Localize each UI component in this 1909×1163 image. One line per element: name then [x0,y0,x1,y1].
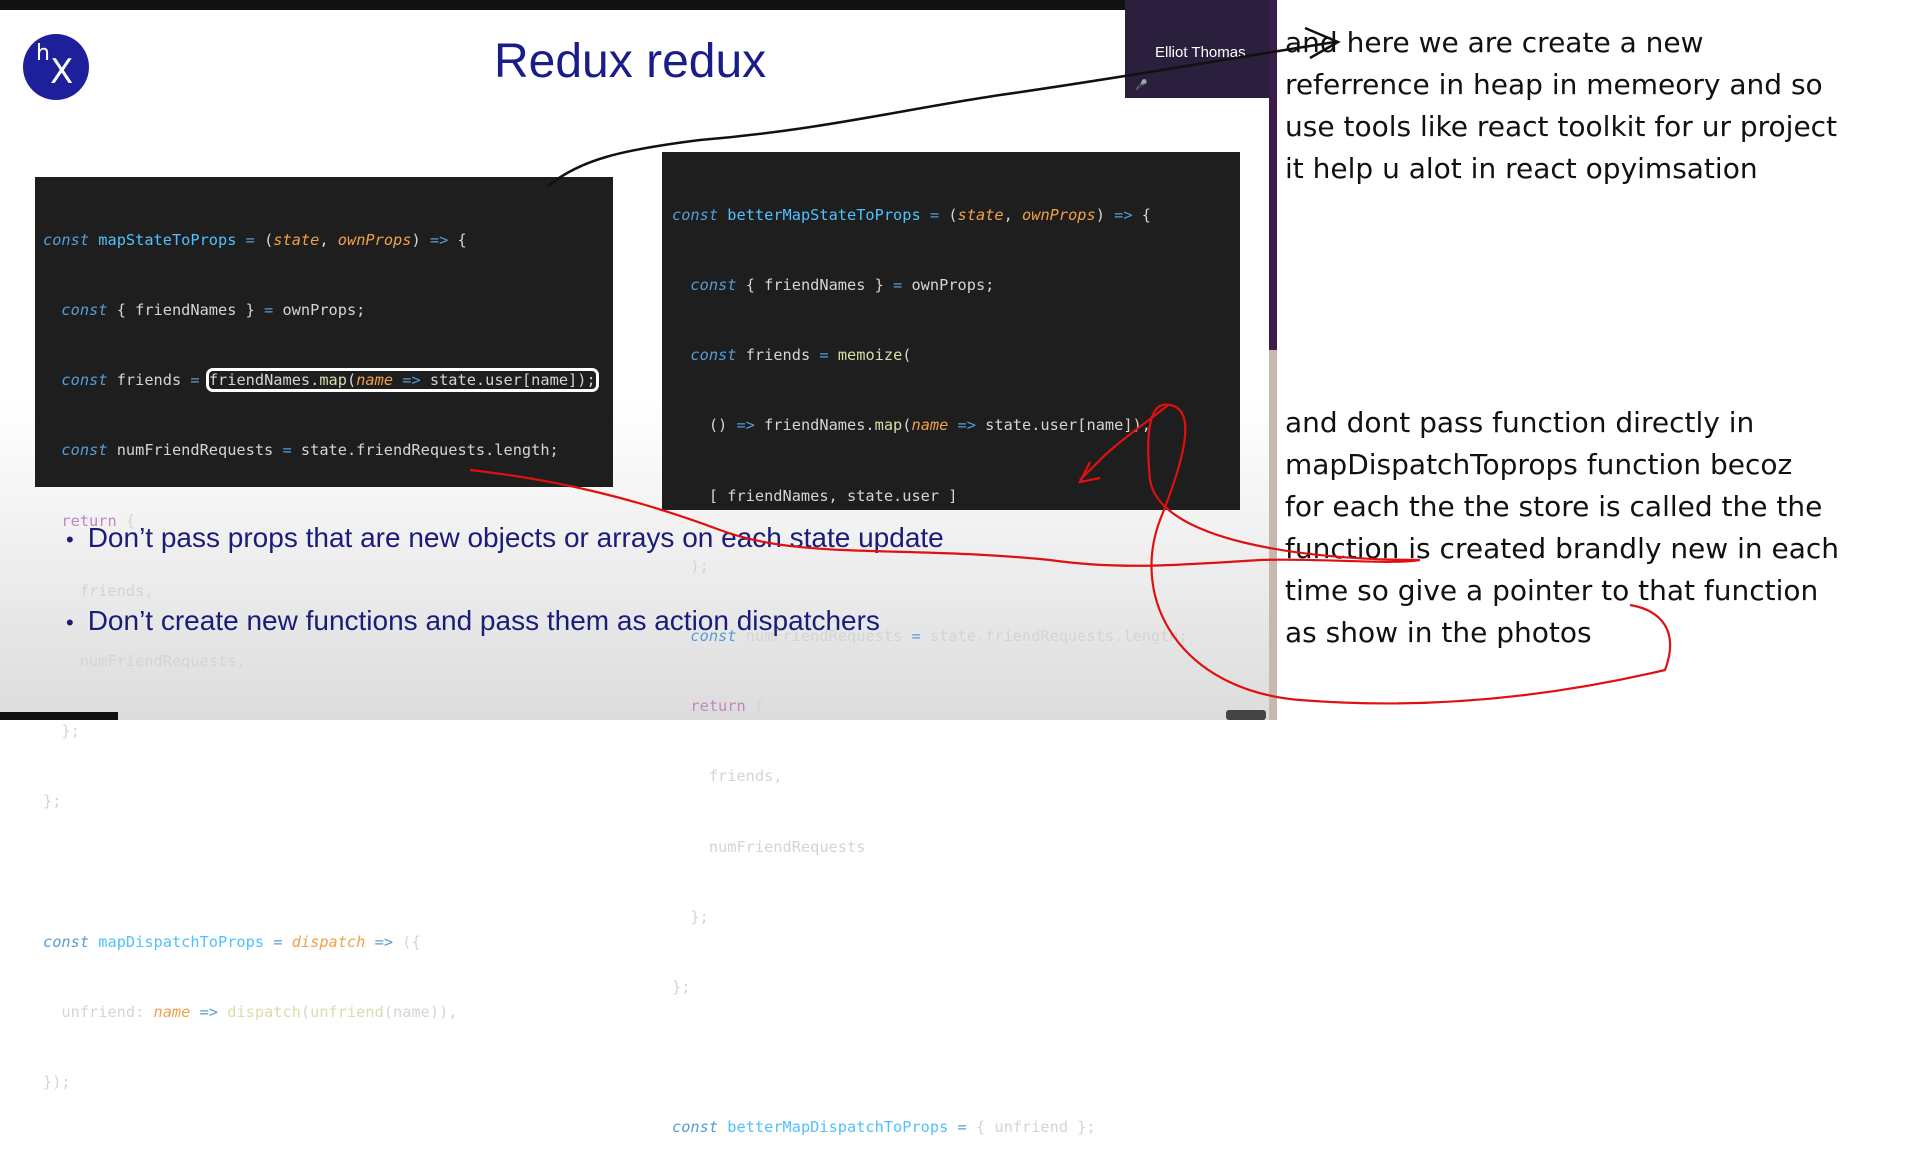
bullet-dot: • [66,526,74,552]
note-line: it help u alot in react opyimsation [1285,152,1758,185]
divider-purple [1269,0,1277,350]
code-line: const numFriendRequests = state.friendRe… [61,441,559,460]
mic-muted-icon: 🎤 [1135,80,1148,91]
code-line: const friends = friendNames.map(name => … [61,368,599,393]
bullet-point: • Don’t create new functions and pass the… [66,605,880,637]
bullet-point: • Don’t pass props that are new objects o… [66,522,944,554]
code-line: }; [672,978,691,997]
note-line: and dont pass function directly in [1285,406,1755,439]
code-line: numFriendRequests, [43,652,246,671]
code-line: const betterMapDispatchToProps = { unfri… [672,1118,1096,1137]
note-line: for each the the store is called the the [1285,490,1823,523]
code-line: ); [672,556,709,575]
divider-bar [1269,0,1277,720]
code-line: const { friendNames } = ownProps; [61,301,366,320]
code-line: unfriend: name => dispatch(unfriend(name… [43,1000,461,1025]
code-line: numFriendRequests [672,837,866,856]
code-line: const mapDispatchToProps = dispatch => (… [43,932,421,951]
presenter-video-tile[interactable]: Elliot Thomas 🎤 [1125,0,1269,98]
code-block-right: const betterMapStateToProps = (state, ow… [662,152,1240,1136]
annotation-note-2: and dont pass function directly in mapDi… [1285,402,1839,654]
bullet-text: Don’t pass props that are new objects or… [87,522,944,553]
note-line: as show in the photos [1285,616,1592,649]
participants-button[interactable] [1226,710,1266,720]
code-line: }; [43,792,62,811]
note-line: mapDispatchToprops function becoz [1285,448,1793,481]
code-line: [ friendNames, state.user ] [672,486,958,505]
code-line: }; [43,722,80,741]
note-line: time so give a pointer to that function [1285,574,1819,607]
code-line: }; [672,907,709,926]
code-line: return { [690,697,765,716]
code-line: const betterMapStateToProps = (state, ow… [672,205,1151,224]
note-line: referrence in heap in memeory and so [1285,68,1823,101]
footer-caption-bar [0,712,118,720]
code-line: const { friendNames } = ownProps; [690,276,995,295]
code-line: const mapStateToProps = (state, ownProps… [43,230,467,249]
code-line: () => friendNames.map(name => state.user… [672,416,1151,435]
code-line: }); [43,1073,71,1092]
logo-x: X [50,52,74,92]
note-line: and here we are create a new [1285,26,1704,59]
annotation-note-1: and here we are create a new referrence … [1285,22,1837,190]
presenter-name: Elliot Thomas [1155,44,1246,61]
bullet-dot: • [66,609,74,635]
slide-title: Redux redux [494,35,767,88]
note-line: function is created brandly new in each [1285,532,1840,565]
code-line: const friends = memoize( [690,346,912,365]
code-line: friends, [43,581,154,600]
logo-h: h [36,41,50,66]
hx-logo: h X [23,34,89,100]
note-line: use tools like react toolkit for ur proj… [1285,110,1838,143]
code-block-left: const mapStateToProps = (state, ownProps… [35,177,613,1091]
top-bar [0,0,1269,10]
code-line: friends, [672,767,783,786]
bullet-text: Don’t create new functions and pass them… [87,605,880,636]
